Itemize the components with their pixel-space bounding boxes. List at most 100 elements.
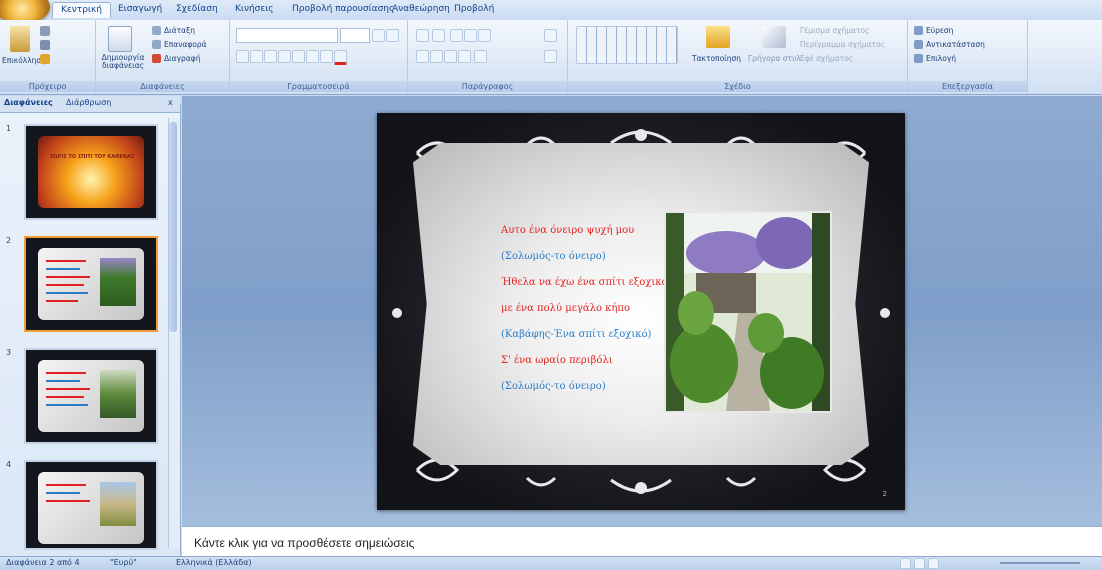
layout-button[interactable]: Διάταξη [164,26,195,35]
select-icon [914,54,923,63]
font-group-label: Γραμματοσειρά [230,81,407,92]
thumb-title: ΧΩΡΙΣ ΤΟ ΣΠΙΤΙ ΤΟΥ ΚΑΘΕΝΑΣ [49,154,135,160]
notes-pane[interactable]: Κάντε κλικ για να προσθέσετε σημειώσεις [182,526,1102,557]
zoom-slider[interactable] [1000,562,1080,564]
quick-styles-button[interactable]: Γρήγορα στυλ [748,54,801,63]
thumbnail-number: 2 [6,236,12,245]
text-direction-icon[interactable] [544,29,557,42]
select-button[interactable]: Επιλογή [926,54,956,63]
tab-insert[interactable]: Εισαγωγή [118,4,162,14]
italic-icon[interactable] [250,50,263,63]
paragraph-group: Παράγραφος [408,20,568,94]
scrollbar-thumb[interactable] [169,122,177,332]
slide-thumbnail-2[interactable] [24,236,158,332]
ribbon-tabs-bar: Κεντρική Εισαγωγή Σχεδίαση Κινήσεις Προβ… [0,0,1102,22]
poem-line[interactable]: με ένα πολύ μεγάλο κήπο [501,303,630,314]
layout-icon [152,26,161,35]
notes-placeholder[interactable]: Κάντε κλικ για να προσθέσετε σημειώσεις [194,536,414,550]
reset-button[interactable]: Επαναφορά [164,40,207,49]
find-button[interactable]: Εύρεση [926,26,953,35]
bullets-icon[interactable] [416,29,429,42]
poem-line[interactable]: Αυτο ένα όνειρο ψυχή μου [501,225,634,236]
find-icon [914,26,923,35]
normal-view-icon[interactable] [900,558,911,569]
change-case-icon[interactable] [320,50,333,63]
arrange-icon [706,26,730,48]
tab-slides[interactable]: Διαφάνειες [4,98,53,107]
tab-animations[interactable]: Κινήσεις [235,4,274,14]
copy-icon[interactable] [40,40,50,50]
poem-line[interactable]: (Σολωμός-το όνειρο) [501,381,606,392]
align-center-icon[interactable] [430,50,443,63]
slide-thumbnail-3[interactable] [24,348,158,444]
sunset-image [38,136,144,208]
font-family-combo[interactable] [236,28,338,43]
reset-icon [152,40,161,49]
slide-indicator: Διαφάνεια 2 από 4 [6,558,80,567]
tab-view[interactable]: Προβολή [454,4,494,14]
shadow-icon[interactable] [292,50,305,63]
poem-line[interactable]: (Σολωμός-το όνειρο) [501,251,606,262]
path-image [100,370,136,418]
clipboard-group: Επικόλληση Πρόχειρο [0,20,96,94]
tab-home[interactable]: Κεντρική [52,2,111,18]
slide-number: 2 [882,490,887,498]
tab-slideshow[interactable]: Προβολή παρουσίασης [292,4,394,14]
font-size-combo[interactable] [340,28,370,43]
increase-indent-icon[interactable] [464,29,477,42]
bold-icon[interactable] [236,50,249,63]
shape-outline-button[interactable]: Περίγραμμα σχήματος [800,40,885,49]
thumb-frame [38,360,144,432]
arrange-button[interactable]: Τακτοποίηση [692,54,741,63]
shape-fill-button[interactable]: Γέμισμα σχήματος [800,26,869,35]
new-slide-button[interactable]: Δημιουργία διαφάνειας [98,54,148,70]
columns-icon[interactable] [474,50,487,63]
garden-photo-drawing [666,213,830,411]
tab-outline[interactable]: Διάρθρωση [66,98,111,107]
landscape-image [100,482,136,526]
justify-icon[interactable] [458,50,471,63]
slide-thumbnail-1[interactable]: ΧΩΡΙΣ ΤΟ ΣΠΙΤΙ ΤΟΥ ΚΑΘΕΝΑΣ [24,124,158,220]
tab-review[interactable]: Αναθεώρηση [392,4,450,14]
shrink-font-icon[interactable] [386,29,399,42]
quick-styles-icon [762,26,786,48]
replace-button[interactable]: Αντικατάσταση [926,40,985,49]
char-spacing-icon[interactable] [306,50,319,63]
align-right-icon[interactable] [444,50,457,63]
shape-effects-button[interactable]: Εφέ σχήματος [800,54,853,63]
align-left-icon[interactable] [416,50,429,63]
poem-line[interactable]: Σ' ένα ωραίο περιβόλι [501,355,613,366]
tab-design[interactable]: Σχεδίαση [176,4,218,14]
drawing-group-label: Σχέδιο [568,81,907,92]
language-indicator[interactable]: Ελληνικά (Ελλάδα) [176,558,252,567]
thumbnail-number: 4 [6,460,12,469]
line-spacing-icon[interactable] [478,29,491,42]
strikethrough-icon[interactable] [278,50,291,63]
new-slide-icon [108,26,132,52]
format-painter-icon[interactable] [40,54,50,64]
close-pane-icon[interactable]: x [168,98,173,107]
delete-button[interactable]: Διαγραφή [164,54,200,63]
garden-image [100,258,136,306]
numbering-icon[interactable] [432,29,445,42]
ribbon: Επικόλληση Πρόχειρο Δημιουργία διαφάνεια… [0,20,1102,95]
shapes-gallery[interactable] [576,26,678,64]
smartart-icon[interactable] [544,50,557,63]
font-color-icon[interactable] [334,50,347,65]
garden-photo[interactable] [664,211,832,413]
slide-thumbnail-4[interactable] [24,460,158,550]
decrease-indent-icon[interactable] [450,29,463,42]
grow-font-icon[interactable] [372,29,385,42]
slides-group: Δημιουργία διαφάνειας Διάταξη Επαναφορά … [96,20,230,94]
slides-group-label: Διαφάνειες [96,81,229,92]
slideshow-icon[interactable] [928,558,939,569]
poem-line[interactable]: (Καβάφης-Ένα σπίτι εξοχικό) [501,329,651,340]
theme-name: "Ευρύ" [110,558,137,567]
underline-icon[interactable] [264,50,277,63]
thumbnail-number: 3 [6,348,12,357]
poem-line[interactable]: Ήθελα να έχω ένα σπίτι εξοχικό [501,277,668,288]
status-bar: Διαφάνεια 2 από 4 "Ευρύ" Ελληνικά (Ελλάδ… [0,556,1102,570]
slide-sorter-icon[interactable] [914,558,925,569]
cut-icon[interactable] [40,26,50,36]
current-slide[interactable]: Αυτο ένα όνειρο ψυχή μου (Σολωμός-το όνε… [377,113,905,510]
